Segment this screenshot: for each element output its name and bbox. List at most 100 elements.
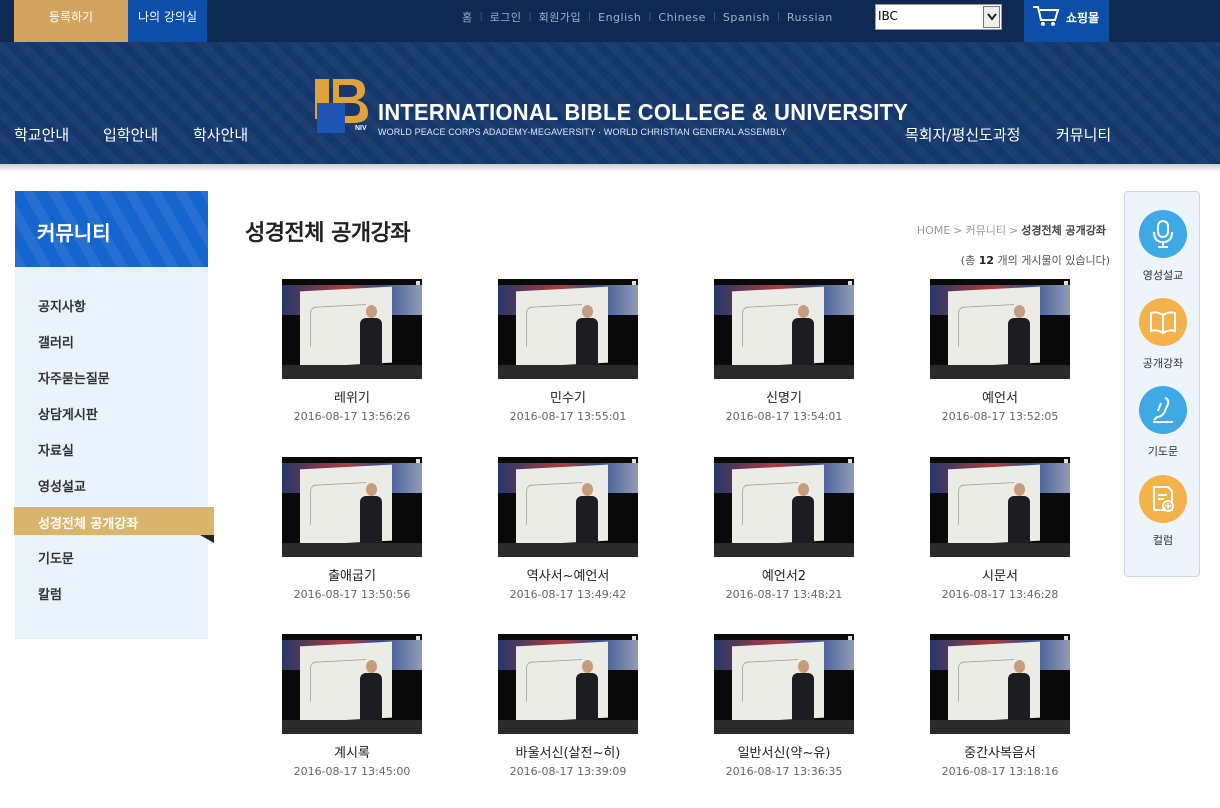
russian-link[interactable]: Russian xyxy=(787,11,833,24)
video-icon xyxy=(632,459,636,463)
separator: | xyxy=(479,12,483,22)
top-links: 홈 | 로그인 | 회원가입 | English | Chinese | Spanish |… xyxy=(462,9,833,25)
lecturer-figure xyxy=(358,660,384,722)
my-classroom-button[interactable]: 나의 강의실 xyxy=(128,0,207,42)
lecture-thumbnail[interactable] xyxy=(930,279,1070,379)
sidebar-item-sermon[interactable]: 영성설교 xyxy=(38,476,86,495)
sidebar-item-open-lectures[interactable]: 성경전체 공개강좌 xyxy=(14,507,214,543)
video-icon xyxy=(848,636,852,640)
thumbnail-floor xyxy=(714,365,854,379)
sidebar-item-column[interactable]: 칼럼 xyxy=(38,584,62,603)
post-count-suffix: 개의 게시물이 있습니다) xyxy=(997,254,1110,267)
quick-menu: 영성설교 공개강좌 기도문 컬럼 xyxy=(1124,191,1200,577)
site-select[interactable]: IBC xyxy=(875,4,1002,30)
lecture-thumbnail[interactable] xyxy=(282,279,422,379)
lecture-title[interactable]: 바울서신(살전~히) xyxy=(468,742,668,761)
lecture-thumbnail[interactable] xyxy=(282,634,422,734)
sidebar-item-faq[interactable]: 자주묻는질문 xyxy=(38,368,110,387)
english-link[interactable]: English xyxy=(598,11,641,24)
lecture-thumbnail[interactable] xyxy=(714,457,854,557)
lecture-title[interactable]: 예언서2 xyxy=(684,565,884,584)
quick-lecture[interactable]: 공개강좌 xyxy=(1137,298,1189,371)
lecture-card[interactable]: 레위기 2016-08-17 13:56:26 xyxy=(252,279,452,423)
logo-badge: NIV xyxy=(355,125,367,132)
lecture-date: 2016-08-17 13:52:05 xyxy=(941,410,1059,423)
spanish-link[interactable]: Spanish xyxy=(723,11,770,24)
quick-prayer[interactable]: 기도문 xyxy=(1137,386,1189,459)
lecturer-figure xyxy=(574,305,600,367)
nav-community[interactable]: 커뮤니티 xyxy=(1056,124,1111,145)
lecture-title[interactable]: 계시록 xyxy=(252,742,452,761)
breadcrumb-home[interactable]: HOME xyxy=(917,224,950,237)
shop-button[interactable]: 쇼핑몰 xyxy=(1024,0,1109,42)
quick-sermon[interactable]: 영성설교 xyxy=(1137,210,1189,283)
signup-link[interactable]: 회원가입 xyxy=(539,9,581,25)
lecture-card[interactable]: 출애굽기 2016-08-17 13:50:56 xyxy=(252,457,452,601)
lecture-thumbnail[interactable] xyxy=(714,634,854,734)
lecture-card[interactable]: 시문서 2016-08-17 13:46:28 xyxy=(900,457,1100,601)
nav-academic[interactable]: 학사안내 xyxy=(193,124,248,145)
lecture-card[interactable]: 민수기 2016-08-17 13:55:01 xyxy=(468,279,668,423)
nav-pastor-course[interactable]: 목회자/평신도과정 xyxy=(905,124,1020,145)
home-link[interactable]: 홈 xyxy=(462,9,473,25)
video-icon xyxy=(1064,636,1068,640)
lecturer-figure xyxy=(574,660,600,722)
lecturer-figure xyxy=(790,483,816,545)
chevron-down-icon[interactable] xyxy=(983,6,1000,28)
sidebar-item-archive[interactable]: 자료실 xyxy=(38,440,74,459)
lecture-card[interactable]: 예언서 2016-08-17 13:52:05 xyxy=(900,279,1100,423)
lecture-date: 2016-08-17 13:18:16 xyxy=(941,765,1059,778)
chinese-link[interactable]: Chinese xyxy=(658,11,705,24)
separator: | xyxy=(776,12,780,22)
lecture-card[interactable]: 역사서~예언서 2016-08-17 13:49:42 xyxy=(468,457,668,601)
lecture-card[interactable]: 일반서신(약~유) 2016-08-17 13:36:35 xyxy=(684,634,884,778)
video-icon xyxy=(1064,459,1068,463)
lecture-thumbnail[interactable] xyxy=(498,634,638,734)
lecture-thumbnail[interactable] xyxy=(714,279,854,379)
lecture-thumbnail[interactable] xyxy=(498,457,638,557)
lecture-title[interactable]: 역사서~예언서 xyxy=(468,565,668,584)
lecture-title[interactable]: 일반서신(약~유) xyxy=(684,742,884,761)
lecture-title[interactable]: 출애굽기 xyxy=(252,565,452,584)
thumbnail-floor xyxy=(930,543,1070,557)
thumbnail-floor xyxy=(282,720,422,734)
quick-column[interactable]: 컬럼 xyxy=(1137,475,1189,548)
video-icon xyxy=(416,636,420,640)
lecture-thumbnail[interactable] xyxy=(930,634,1070,734)
top-bar: 등록하기 나의 강의실 홈 | 로그인 | 회원가입 | English | Chine… xyxy=(0,0,1220,42)
lecturer-figure xyxy=(1006,483,1032,545)
lecture-title[interactable]: 신명기 xyxy=(684,387,884,406)
lecture-date: 2016-08-17 13:55:01 xyxy=(509,410,627,423)
lecture-date: 2016-08-17 13:49:42 xyxy=(509,588,627,601)
lecture-card[interactable]: 예언서2 2016-08-17 13:48:21 xyxy=(684,457,884,601)
book-icon xyxy=(1139,298,1187,346)
nav-admission[interactable]: 입학안내 xyxy=(103,124,158,145)
lecture-card[interactable]: 신명기 2016-08-17 13:54:01 xyxy=(684,279,884,423)
lecture-card[interactable]: 계시록 2016-08-17 13:45:00 xyxy=(252,634,452,778)
lecture-title[interactable]: 민수기 xyxy=(468,387,668,406)
sidebar-item-prayer[interactable]: 기도문 xyxy=(38,548,74,567)
lecture-thumbnail[interactable] xyxy=(498,279,638,379)
breadcrumb-community[interactable]: 커뮤니티 xyxy=(966,224,1006,237)
post-count-value: 12 xyxy=(978,254,995,267)
chevron-right-icon: > xyxy=(1008,224,1019,237)
lecture-title[interactable]: 시문서 xyxy=(900,565,1100,584)
lecture-date: 2016-08-17 13:54:01 xyxy=(725,410,843,423)
lecturer-figure xyxy=(1006,660,1032,722)
separator: | xyxy=(648,12,652,22)
sidebar-item-gallery[interactable]: 갤러리 xyxy=(38,332,74,351)
lecture-card[interactable]: 바울서신(살전~히) 2016-08-17 13:39:09 xyxy=(468,634,668,778)
lecture-title[interactable]: 레위기 xyxy=(252,387,452,406)
register-button[interactable]: 등록하기 xyxy=(14,0,128,42)
sidebar-item-notice[interactable]: 공지사항 xyxy=(38,296,86,315)
college-name: INTERNATIONAL BIBLE COLLEGE & UNIVERSITY xyxy=(378,99,909,125)
college-logo-icon[interactable]: NIV xyxy=(313,77,371,135)
login-link[interactable]: 로그인 xyxy=(490,9,522,25)
nav-school-info[interactable]: 학교안내 xyxy=(14,124,69,145)
lecture-card[interactable]: 중간사복음서 2016-08-17 13:18:16 xyxy=(900,634,1100,778)
lecture-title[interactable]: 예언서 xyxy=(900,387,1100,406)
lecture-title[interactable]: 중간사복음서 xyxy=(900,742,1100,761)
sidebar-item-counsel[interactable]: 상담게시판 xyxy=(38,404,98,423)
lecture-thumbnail[interactable] xyxy=(282,457,422,557)
lecture-thumbnail[interactable] xyxy=(930,457,1070,557)
